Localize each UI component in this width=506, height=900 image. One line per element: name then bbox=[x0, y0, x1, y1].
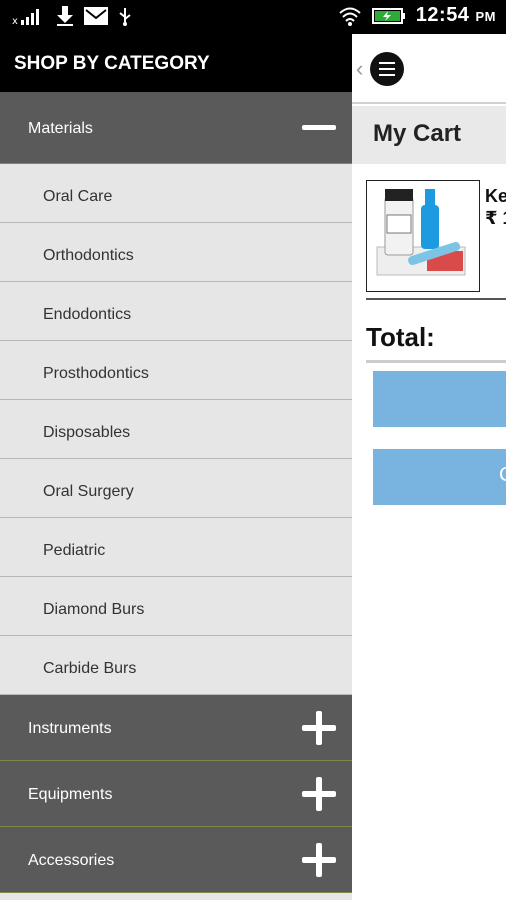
total-label: Total: bbox=[366, 322, 435, 352]
subcategory-label: Disposables bbox=[43, 424, 131, 441]
cart-app-bar: ‹ bbox=[352, 34, 506, 104]
subcategory-item[interactable]: Endodontics bbox=[0, 282, 352, 341]
subcategory-label: Carbide Burs bbox=[43, 660, 137, 677]
subcategory-label: Prosthodontics bbox=[43, 365, 149, 382]
subcategory-item[interactable]: Disposables bbox=[0, 400, 352, 459]
signal-off-icon: x bbox=[12, 9, 39, 25]
wifi-icon bbox=[339, 7, 361, 26]
status-bar: x 12:54 PM bbox=[0, 0, 506, 34]
battery-charging-icon bbox=[371, 7, 405, 24]
usb-icon bbox=[119, 8, 131, 26]
subcategory-item[interactable]: Orthodontics bbox=[0, 223, 352, 282]
category-label: Instruments bbox=[28, 720, 112, 737]
mail-icon bbox=[84, 7, 108, 25]
cart-item-name: Ke bbox=[485, 186, 506, 206]
product-image bbox=[367, 181, 479, 291]
plus-icon[interactable] bbox=[302, 777, 336, 811]
subcategory-label: Pediatric bbox=[43, 542, 106, 559]
drawer-title: SHOP BY CATEGORY bbox=[0, 34, 352, 92]
category-drawer: SHOP BY CATEGORY Materials Oral Care Ort… bbox=[0, 34, 352, 900]
subcategory-label: Oral Care bbox=[43, 188, 113, 205]
cart-title: My Cart bbox=[373, 120, 462, 147]
subcategory-label: Diamond Burs bbox=[43, 601, 145, 618]
subcategory-item[interactable]: Oral Care bbox=[0, 164, 352, 223]
divider bbox=[366, 298, 506, 300]
clock-time: 12:54 bbox=[415, 4, 470, 26]
category-instruments[interactable]: Instruments bbox=[0, 695, 352, 761]
subcategory-label: Oral Surgery bbox=[43, 483, 134, 500]
category-label: Materials bbox=[28, 120, 93, 137]
subcategory-item[interactable]: Diamond Burs bbox=[0, 577, 352, 636]
subcategory-item[interactable]: Oral Surgery bbox=[0, 459, 352, 518]
category-materials[interactable]: Materials bbox=[0, 92, 352, 164]
cart-secondary-button[interactable]: C bbox=[373, 449, 506, 505]
cart-item-price: ₹ 1 bbox=[485, 208, 506, 228]
minus-icon[interactable] bbox=[302, 110, 336, 144]
subcategory-item[interactable]: Pediatric bbox=[0, 518, 352, 577]
svg-text:x: x bbox=[12, 16, 18, 25]
category-label: Accessories bbox=[28, 852, 115, 869]
clock-ampm: PM bbox=[475, 9, 496, 24]
cart-title-bar: My Cart bbox=[352, 106, 506, 164]
cart-secondary-button-label: C bbox=[499, 464, 506, 487]
category-label: Equipments bbox=[28, 786, 113, 803]
plus-icon[interactable] bbox=[302, 711, 336, 745]
cart-action-button[interactable] bbox=[373, 371, 506, 427]
cart-item-image[interactable] bbox=[366, 180, 480, 292]
menu-icon[interactable] bbox=[370, 52, 404, 86]
back-chevron-icon[interactable]: ‹ bbox=[356, 56, 363, 82]
subcategory-label: Endodontics bbox=[43, 306, 132, 323]
category-equipments[interactable]: Equipments bbox=[0, 761, 352, 827]
subcategory-item[interactable]: Prosthodontics bbox=[0, 341, 352, 400]
cart-page: ‹ My Cart Ke ₹ 1 Total: C bbox=[352, 34, 506, 900]
download-icon bbox=[57, 6, 73, 26]
category-accessories[interactable]: Accessories bbox=[0, 827, 352, 893]
subcategory-label: Orthodontics bbox=[43, 247, 134, 264]
subcategory-item[interactable]: Carbide Burs bbox=[0, 636, 352, 695]
divider bbox=[366, 360, 506, 363]
plus-icon[interactable] bbox=[302, 843, 336, 877]
clock: 12:54 PM bbox=[416, 4, 496, 27]
